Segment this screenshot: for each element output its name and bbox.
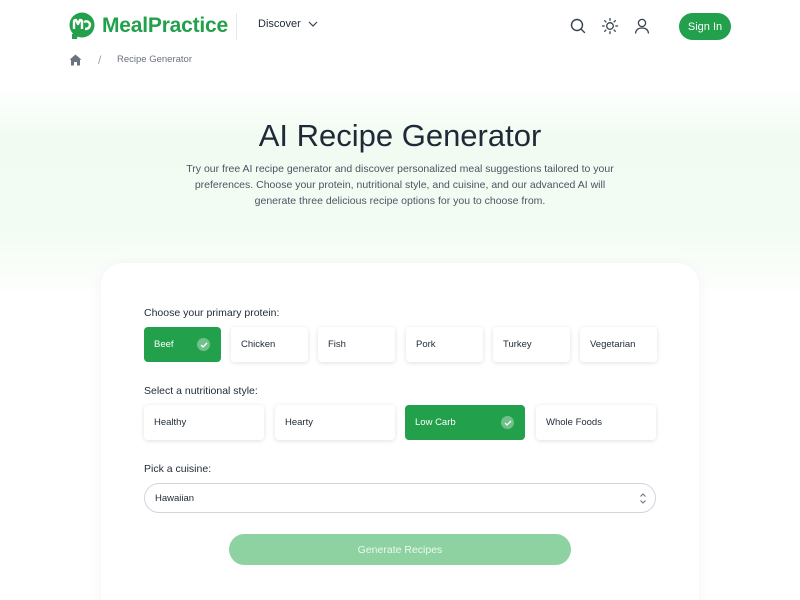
protein-option-chicken[interactable]: Chicken bbox=[231, 327, 308, 362]
nav-discover[interactable]: Discover bbox=[258, 18, 318, 30]
sun-icon[interactable] bbox=[601, 17, 619, 35]
style-option-whole-foods[interactable]: Whole Foods bbox=[536, 405, 656, 440]
brand-name: MealPractice bbox=[102, 14, 229, 37]
option-label: Low Carb bbox=[415, 417, 456, 428]
option-label: Pork bbox=[416, 339, 436, 350]
site-header: MealPractice Discover Sign In bbox=[0, 0, 800, 52]
protein-option-vegetarian[interactable]: Vegetarian bbox=[580, 327, 657, 362]
style-option-hearty[interactable]: Hearty bbox=[275, 405, 395, 440]
sign-in-button[interactable]: Sign In bbox=[679, 13, 731, 40]
option-label: Turkey bbox=[503, 339, 532, 350]
protein-option-turkey[interactable]: Turkey bbox=[493, 327, 570, 362]
page-description: Try our free AI recipe generator and dis… bbox=[186, 163, 614, 207]
nav-discover-label: Discover bbox=[258, 18, 301, 30]
protein-option-pork[interactable]: Pork bbox=[406, 327, 483, 362]
cuisine-label: Pick a cuisine: bbox=[144, 463, 212, 475]
style-label: Select a nutritional style: bbox=[144, 385, 258, 397]
option-label: Healthy bbox=[154, 417, 187, 428]
option-label: Beef bbox=[154, 339, 174, 350]
protein-option-fish[interactable]: Fish bbox=[318, 327, 395, 362]
style-option-healthy[interactable]: Healthy bbox=[144, 405, 264, 440]
check-icon bbox=[501, 416, 514, 429]
brand-logo[interactable]: MealPractice bbox=[68, 12, 228, 40]
home-icon[interactable] bbox=[69, 54, 82, 66]
search-icon[interactable] bbox=[569, 17, 587, 35]
option-label: Hearty bbox=[285, 417, 313, 428]
header-divider bbox=[236, 13, 237, 40]
select-arrows-icon bbox=[640, 493, 646, 504]
option-label: Fish bbox=[328, 339, 346, 350]
option-label: Chicken bbox=[241, 339, 276, 350]
breadcrumb-current: Recipe Generator bbox=[117, 54, 192, 65]
protein-option-beef[interactable]: Beef bbox=[144, 327, 221, 362]
page-title: AI Recipe Generator bbox=[258, 118, 542, 153]
style-option-low-carb[interactable]: Low Carb bbox=[405, 405, 525, 440]
option-label: Vegetarian bbox=[590, 339, 636, 350]
check-icon bbox=[197, 338, 210, 351]
generator-card: Choose your primary protein: Beef Chicke… bbox=[101, 263, 699, 600]
generate-recipes-button[interactable]: Generate Recipes bbox=[229, 534, 571, 565]
cuisine-select[interactable]: Hawaiian bbox=[144, 483, 656, 513]
option-label: Whole Foods bbox=[546, 417, 602, 428]
user-icon[interactable] bbox=[633, 17, 651, 35]
breadcrumb-separator: / bbox=[98, 53, 102, 67]
cuisine-selected-value: Hawaiian bbox=[155, 492, 195, 504]
chevron-down-icon bbox=[308, 21, 318, 27]
logo-icon bbox=[69, 12, 95, 39]
protein-label: Choose your primary protein: bbox=[144, 307, 280, 319]
